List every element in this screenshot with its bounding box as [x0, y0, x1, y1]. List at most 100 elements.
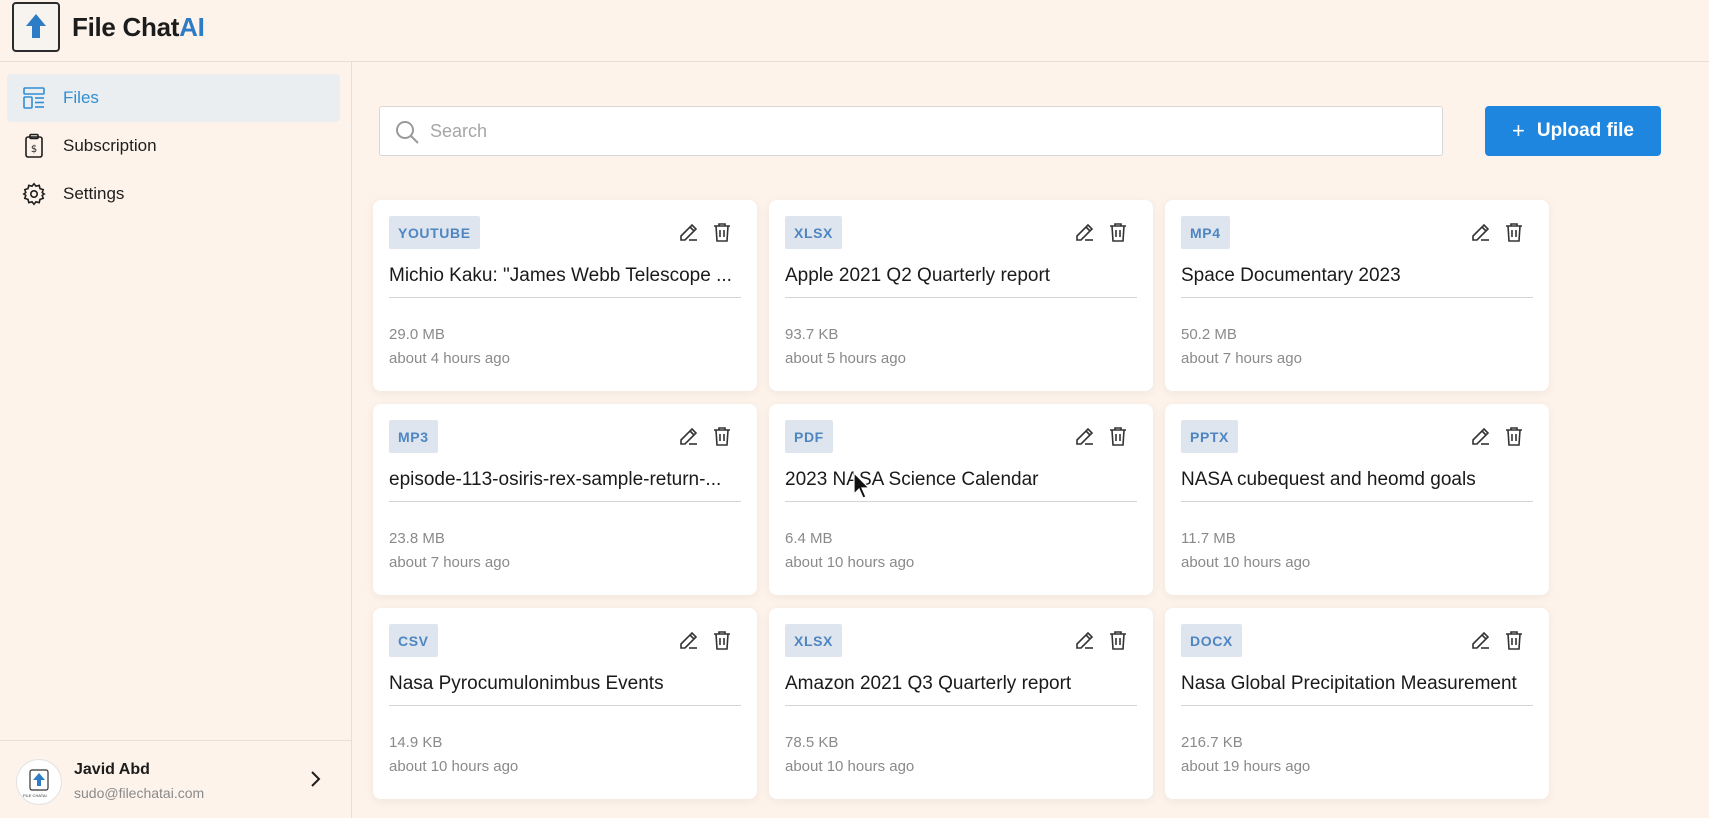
chevron-right-icon[interactable]: [308, 769, 322, 789]
files-icon: [21, 85, 47, 111]
file-timestamp: about 10 hours ago: [1181, 554, 1311, 571]
file-timestamp: about 7 hours ago: [1181, 350, 1302, 367]
user-profile[interactable]: FILE CHATAI Javid Abd sudo@filechatai.co…: [0, 740, 352, 818]
avatar-logo-icon: [29, 769, 49, 791]
trash-icon[interactable]: [711, 425, 733, 447]
edit-icon[interactable]: [678, 629, 700, 651]
file-type-badge: DOCX: [1181, 624, 1242, 657]
file-card[interactable]: PDF 2023 NASA Science Calendar 6.4 MB ab…: [769, 404, 1153, 595]
edit-icon[interactable]: [1074, 425, 1096, 447]
file-card[interactable]: YOUTUBE Michio Kaku: "James Webb Telesco…: [373, 200, 757, 391]
file-type-badge: MP4: [1181, 216, 1230, 249]
trash-icon[interactable]: [1503, 221, 1525, 243]
sidebar-item-label: Settings: [63, 184, 125, 203]
card-divider: [785, 501, 1137, 502]
search-icon: [396, 121, 419, 144]
edit-icon[interactable]: [678, 221, 700, 243]
file-timestamp: about 19 hours ago: [1181, 758, 1311, 775]
user-email: sudo@filechatai.com: [74, 785, 205, 801]
trash-icon[interactable]: [1503, 629, 1525, 651]
edit-icon[interactable]: [1074, 221, 1096, 243]
file-size: 29.0 MB: [389, 326, 445, 343]
upload-file-button[interactable]: + Upload file: [1485, 106, 1661, 156]
file-title: episode-113-osiris-rex-sample-return-...: [389, 469, 722, 490]
file-card[interactable]: MP3 episode-113-osiris-rex-sample-return…: [373, 404, 757, 595]
sidebar: Files $ Subscription Settings FILE CHATA…: [0, 62, 352, 818]
file-size: 14.9 KB: [389, 734, 443, 751]
sidebar-item-settings[interactable]: Settings: [7, 170, 340, 218]
card-divider: [1181, 297, 1533, 298]
file-size: 23.8 MB: [389, 530, 445, 547]
edit-icon[interactable]: [1074, 629, 1096, 651]
avatar: FILE CHATAI: [16, 759, 62, 805]
sidebar-item-subscription[interactable]: $ Subscription: [7, 122, 340, 170]
trash-icon[interactable]: [1107, 425, 1129, 447]
file-timestamp: about 10 hours ago: [389, 758, 519, 775]
app-title: File ChatAI: [72, 12, 205, 43]
trash-icon[interactable]: [711, 629, 733, 651]
search-input[interactable]: [430, 107, 1430, 155]
app-title-main: File Chat: [72, 12, 180, 42]
sidebar-item-files[interactable]: Files: [7, 74, 340, 122]
card-divider: [389, 501, 741, 502]
file-card[interactable]: PPTX NASA cubequest and heomd goals 11.7…: [1165, 404, 1549, 595]
file-size: 216.7 KB: [1181, 734, 1243, 751]
trash-icon[interactable]: [1107, 629, 1129, 651]
file-type-badge: CSV: [389, 624, 438, 657]
file-size: 78.5 KB: [785, 734, 839, 751]
file-type-badge: MP3: [389, 420, 438, 453]
card-divider: [1181, 501, 1533, 502]
file-card[interactable]: MP4 Space Documentary 2023 50.2 MB about…: [1165, 200, 1549, 391]
trash-icon[interactable]: [711, 221, 733, 243]
avatar-text: FILE CHATAI: [23, 793, 47, 798]
file-card[interactable]: CSV Nasa Pyrocumulonimbus Events 14.9 KB…: [373, 608, 757, 799]
file-timestamp: about 5 hours ago: [785, 350, 906, 367]
edit-icon[interactable]: [1470, 425, 1492, 447]
file-title: NASA cubequest and heomd goals: [1181, 469, 1476, 490]
file-type-badge: PDF: [785, 420, 833, 453]
card-divider: [785, 297, 1137, 298]
card-divider: [389, 705, 741, 706]
gear-icon: [21, 181, 47, 207]
mouse-cursor-icon: [853, 472, 871, 499]
trash-icon[interactable]: [1503, 425, 1525, 447]
search-bar[interactable]: [379, 106, 1443, 156]
file-size: 6.4 MB: [785, 530, 833, 547]
file-title: Michio Kaku: "James Webb Telescope ...: [389, 265, 732, 286]
svg-text:$: $: [31, 144, 37, 155]
file-timestamp: about 10 hours ago: [785, 554, 915, 571]
file-card[interactable]: DOCX Nasa Global Precipitation Measureme…: [1165, 608, 1549, 799]
edit-icon[interactable]: [1470, 221, 1492, 243]
file-type-badge: XLSX: [785, 216, 842, 249]
edit-icon[interactable]: [678, 425, 700, 447]
card-divider: [389, 297, 741, 298]
file-timestamp: about 7 hours ago: [389, 554, 510, 571]
file-size: 50.2 MB: [1181, 326, 1237, 343]
file-timestamp: about 10 hours ago: [785, 758, 915, 775]
file-title: Amazon 2021 Q3 Quarterly report: [785, 673, 1072, 694]
file-card[interactable]: XLSX Apple 2021 Q2 Quarterly report 93.7…: [769, 200, 1153, 391]
app-title-accent: AI: [179, 12, 205, 42]
edit-icon[interactable]: [1470, 629, 1492, 651]
card-divider: [1181, 705, 1533, 706]
file-card[interactable]: XLSX Amazon 2021 Q3 Quarterly report 78.…: [769, 608, 1153, 799]
plus-icon: +: [1512, 118, 1525, 143]
file-type-badge: PPTX: [1181, 420, 1238, 453]
top-bar: File ChatAI: [0, 0, 1709, 62]
card-divider: [785, 705, 1137, 706]
upload-arrow-icon: [26, 14, 46, 38]
file-size: 93.7 KB: [785, 326, 839, 343]
file-title: Apple 2021 Q2 Quarterly report: [785, 265, 1051, 286]
file-title: Nasa Global Precipitation Measurement: [1181, 673, 1517, 694]
file-size: 11.7 MB: [1181, 530, 1236, 547]
file-title: Nasa Pyrocumulonimbus Events: [389, 673, 664, 694]
file-timestamp: about 4 hours ago: [389, 350, 510, 367]
sidebar-item-label: Subscription: [63, 136, 157, 155]
file-title: Space Documentary 2023: [1181, 265, 1401, 286]
app-logo[interactable]: [12, 2, 60, 52]
file-type-badge: YOUTUBE: [389, 216, 480, 249]
upload-file-label: Upload file: [1536, 120, 1634, 141]
file-title: 2023 NASA Science Calendar: [785, 469, 1039, 490]
subscription-icon: $: [21, 133, 47, 159]
trash-icon[interactable]: [1107, 221, 1129, 243]
